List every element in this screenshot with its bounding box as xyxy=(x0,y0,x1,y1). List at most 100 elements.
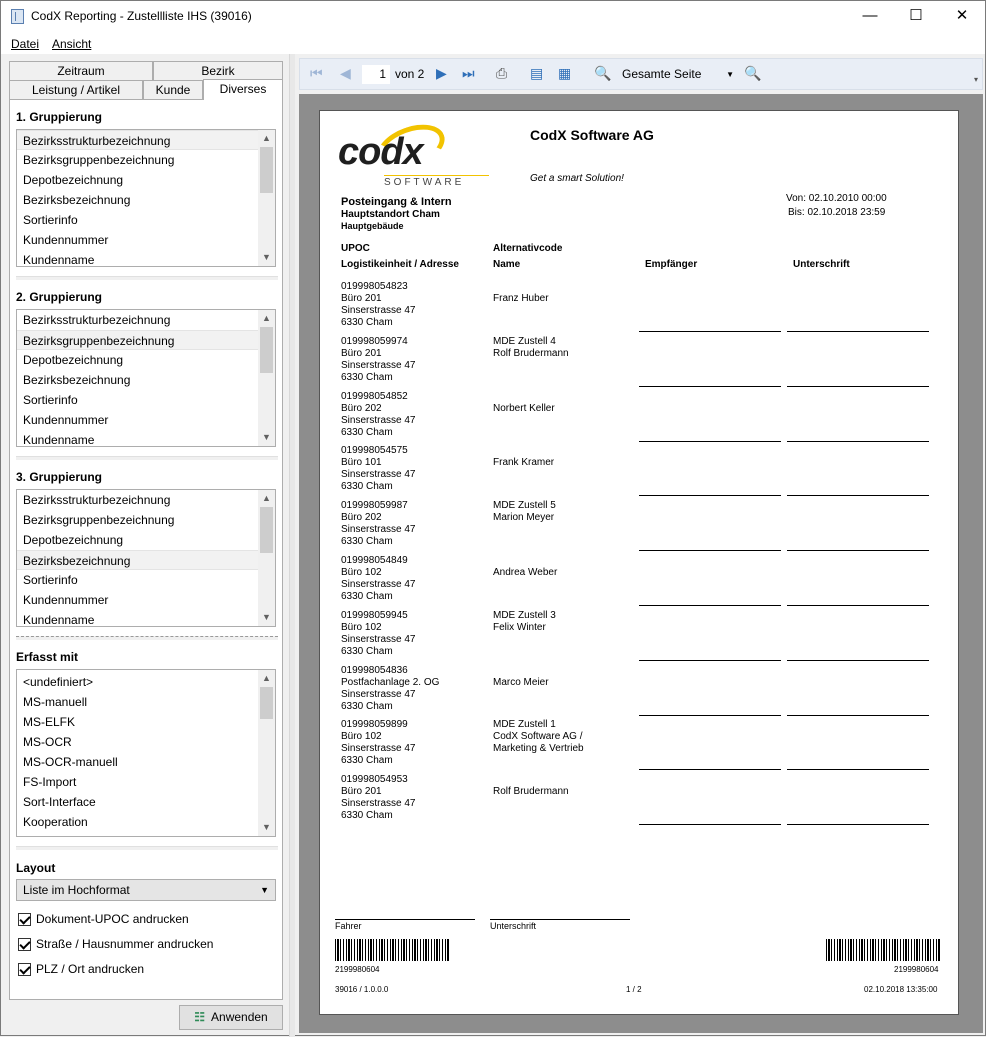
scroll-thumb[interactable] xyxy=(260,327,273,373)
list-item[interactable]: Kooperation xyxy=(17,812,275,832)
list-item[interactable]: Bezirksstrukturbezeichnung xyxy=(17,130,275,150)
print-icon[interactable]: ⎙ xyxy=(496,65,507,82)
list-item[interactable]: Sortierinfo xyxy=(17,570,275,590)
group3-listbox[interactable]: Bezirksstrukturbezeichnung Bezirksgruppen… xyxy=(16,489,276,627)
tab-zeitraum[interactable]: Zeitraum xyxy=(9,61,153,81)
list-item[interactable]: Kundenname xyxy=(17,250,275,266)
erfasst-scrollbar[interactable]: ▲ ▼ xyxy=(258,670,275,836)
list-item[interactable]: MS-OCR-manuell xyxy=(17,752,275,772)
report-site: Hauptstandort Cham xyxy=(341,209,440,220)
scroll-thumb[interactable] xyxy=(260,147,273,193)
row-address-line: Büro 102 xyxy=(341,622,382,633)
zoom-out-icon[interactable]: 🔍 xyxy=(594,65,611,82)
list-item[interactable]: Kundennummer xyxy=(17,590,275,610)
checkbox-checked-icon[interactable] xyxy=(18,938,31,952)
group1-scrollbar[interactable]: ▲ ▼ xyxy=(258,130,275,266)
first-page-icon[interactable]: ⏮ xyxy=(310,65,323,82)
apply-button[interactable]: ☷ Anwenden xyxy=(179,1005,283,1030)
group2-scrollbar[interactable]: ▲ ▼ xyxy=(258,310,275,446)
list-item[interactable]: Bezirksstrukturbezeichnung xyxy=(17,310,275,330)
page-number-input[interactable]: 1 xyxy=(362,65,390,84)
scroll-thumb[interactable] xyxy=(260,687,273,719)
maximize-button[interactable]: ☐ xyxy=(893,1,939,32)
splitter[interactable] xyxy=(289,54,295,1037)
tab-bezirk[interactable]: Bezirk xyxy=(153,61,283,81)
row-address-line: Sinserstrasse 47 xyxy=(341,469,416,480)
overflow-icon[interactable]: ▾ xyxy=(974,75,978,84)
export-icon[interactable]: ▤ xyxy=(530,65,543,82)
list-item[interactable]: MS-ELFK xyxy=(17,712,275,732)
checkbox-strasse[interactable]: Straße / Hausnummer andrucken xyxy=(18,937,213,953)
scroll-down-icon[interactable]: ▼ xyxy=(258,429,275,446)
list-item[interactable]: Bezirksgruppenbezeichnung xyxy=(17,150,275,170)
row-address-line: 6330 Cham xyxy=(341,591,393,602)
signature-line xyxy=(787,715,929,716)
list-item[interactable]: Depotbezeichnung xyxy=(17,170,275,190)
company-logo: codx SOFTWARE xyxy=(336,116,496,189)
menu-ansicht[interactable]: Ansicht xyxy=(52,37,91,51)
checkbox-checked-icon[interactable] xyxy=(18,963,31,977)
tab-diverses[interactable]: Diverses xyxy=(203,79,283,100)
next-page-icon[interactable]: ▶ xyxy=(436,65,447,82)
list-item[interactable]: MS-manuell xyxy=(17,692,275,712)
list-item[interactable]: Sortierinfo xyxy=(17,390,275,410)
checkbox-plz-ort[interactable]: PLZ / Ort andrucken xyxy=(18,962,144,978)
list-item[interactable]: Bezirksbezeichnung xyxy=(17,550,275,570)
list-item[interactable]: Bezirksstrukturbezeichnung xyxy=(17,490,275,510)
group1-listbox[interactable]: Bezirksstrukturbezeichnung Bezirksgruppen… xyxy=(16,129,276,267)
prev-page-icon[interactable]: ◀ xyxy=(340,65,351,82)
list-item[interactable]: Sortierinfo xyxy=(17,210,275,230)
list-item[interactable]: MS-OCR xyxy=(17,732,275,752)
page-setup-icon[interactable]: ▦ xyxy=(558,65,571,82)
scroll-down-icon[interactable]: ▼ xyxy=(258,819,275,836)
list-item[interactable]: FS-Import xyxy=(17,772,275,792)
zoom-in-icon[interactable]: 🔍 xyxy=(744,65,761,82)
row-name-line: Franz Huber xyxy=(493,293,549,304)
scroll-down-icon[interactable]: ▼ xyxy=(258,609,275,626)
col-alternativcode: Alternativcode xyxy=(493,243,563,254)
chevron-down-icon: ▼ xyxy=(260,885,269,895)
list-item[interactable]: Kundenname xyxy=(17,610,275,626)
list-item[interactable]: Bezirksbezeichnung xyxy=(17,370,275,390)
row-upoc: 019998059945 xyxy=(341,610,408,621)
tab-leistung-artikel[interactable]: Leistung / Artikel xyxy=(9,80,143,100)
scroll-up-icon[interactable]: ▲ xyxy=(258,670,275,687)
list-item[interactable]: Depotbezeichnung xyxy=(17,530,275,550)
col-unterschrift: Unterschrift xyxy=(793,259,850,270)
layout-select[interactable]: Liste im Hochformat ▼ xyxy=(16,879,276,901)
list-item[interactable]: Kundennummer xyxy=(17,230,275,250)
last-page-icon[interactable]: ⏭ xyxy=(462,65,475,82)
scroll-thumb[interactable] xyxy=(260,507,273,553)
group2-listbox[interactable]: Bezirksstrukturbezeichnung Bezirksgruppen… xyxy=(16,309,276,447)
list-item[interactable]: Depotbezeichnung xyxy=(17,350,275,370)
zoom-select[interactable]: Gesamte Seite ▼ xyxy=(618,65,736,84)
list-item[interactable]: Kundennummer xyxy=(17,410,275,430)
signature-line xyxy=(787,824,929,825)
row-upoc: 019998059987 xyxy=(341,500,408,511)
list-item[interactable]: Bezirksbezeichnung xyxy=(17,190,275,210)
list-item[interactable]: Sort-Interface xyxy=(17,792,275,812)
scroll-down-icon[interactable]: ▼ xyxy=(258,249,275,266)
group3-scrollbar[interactable]: ▲ ▼ xyxy=(258,490,275,626)
scroll-up-icon[interactable]: ▲ xyxy=(258,490,275,507)
minimize-button[interactable]: — xyxy=(847,1,893,32)
footer-driver: Fahrer xyxy=(335,921,362,931)
list-item[interactable]: Bezirksgruppenbezeichnung xyxy=(17,330,275,350)
scroll-up-icon[interactable]: ▲ xyxy=(258,310,275,327)
row-address-line: Sinserstrasse 47 xyxy=(341,579,416,590)
erfasst-listbox[interactable]: <undefiniert> MS-manuell MS-ELFK MS-OCR MS-O… xyxy=(16,669,276,837)
checkbox-checked-icon[interactable] xyxy=(18,913,31,927)
list-item[interactable]: Kundenname xyxy=(17,430,275,446)
scroll-up-icon[interactable]: ▲ xyxy=(258,130,275,147)
row-name-line: Marion Meyer xyxy=(493,512,555,523)
list-item[interactable]: <undefiniert> xyxy=(17,672,275,692)
close-button[interactable]: ✕ xyxy=(939,1,985,32)
tab-kunde[interactable]: Kunde xyxy=(143,80,203,100)
menu-datei[interactable]: Datei xyxy=(11,37,39,51)
report-page: codx SOFTWARE CodX Software AG Get a sma… xyxy=(319,110,959,1015)
row-address-line: 6330 Cham xyxy=(341,646,393,657)
row-name-line: MDE Zustell 1 xyxy=(493,719,556,730)
list-item[interactable]: Bezirksgruppenbezeichnung xyxy=(17,510,275,530)
checkbox-upoc[interactable]: Dokument-UPOC andrucken xyxy=(18,912,189,928)
signature-line xyxy=(639,386,781,387)
